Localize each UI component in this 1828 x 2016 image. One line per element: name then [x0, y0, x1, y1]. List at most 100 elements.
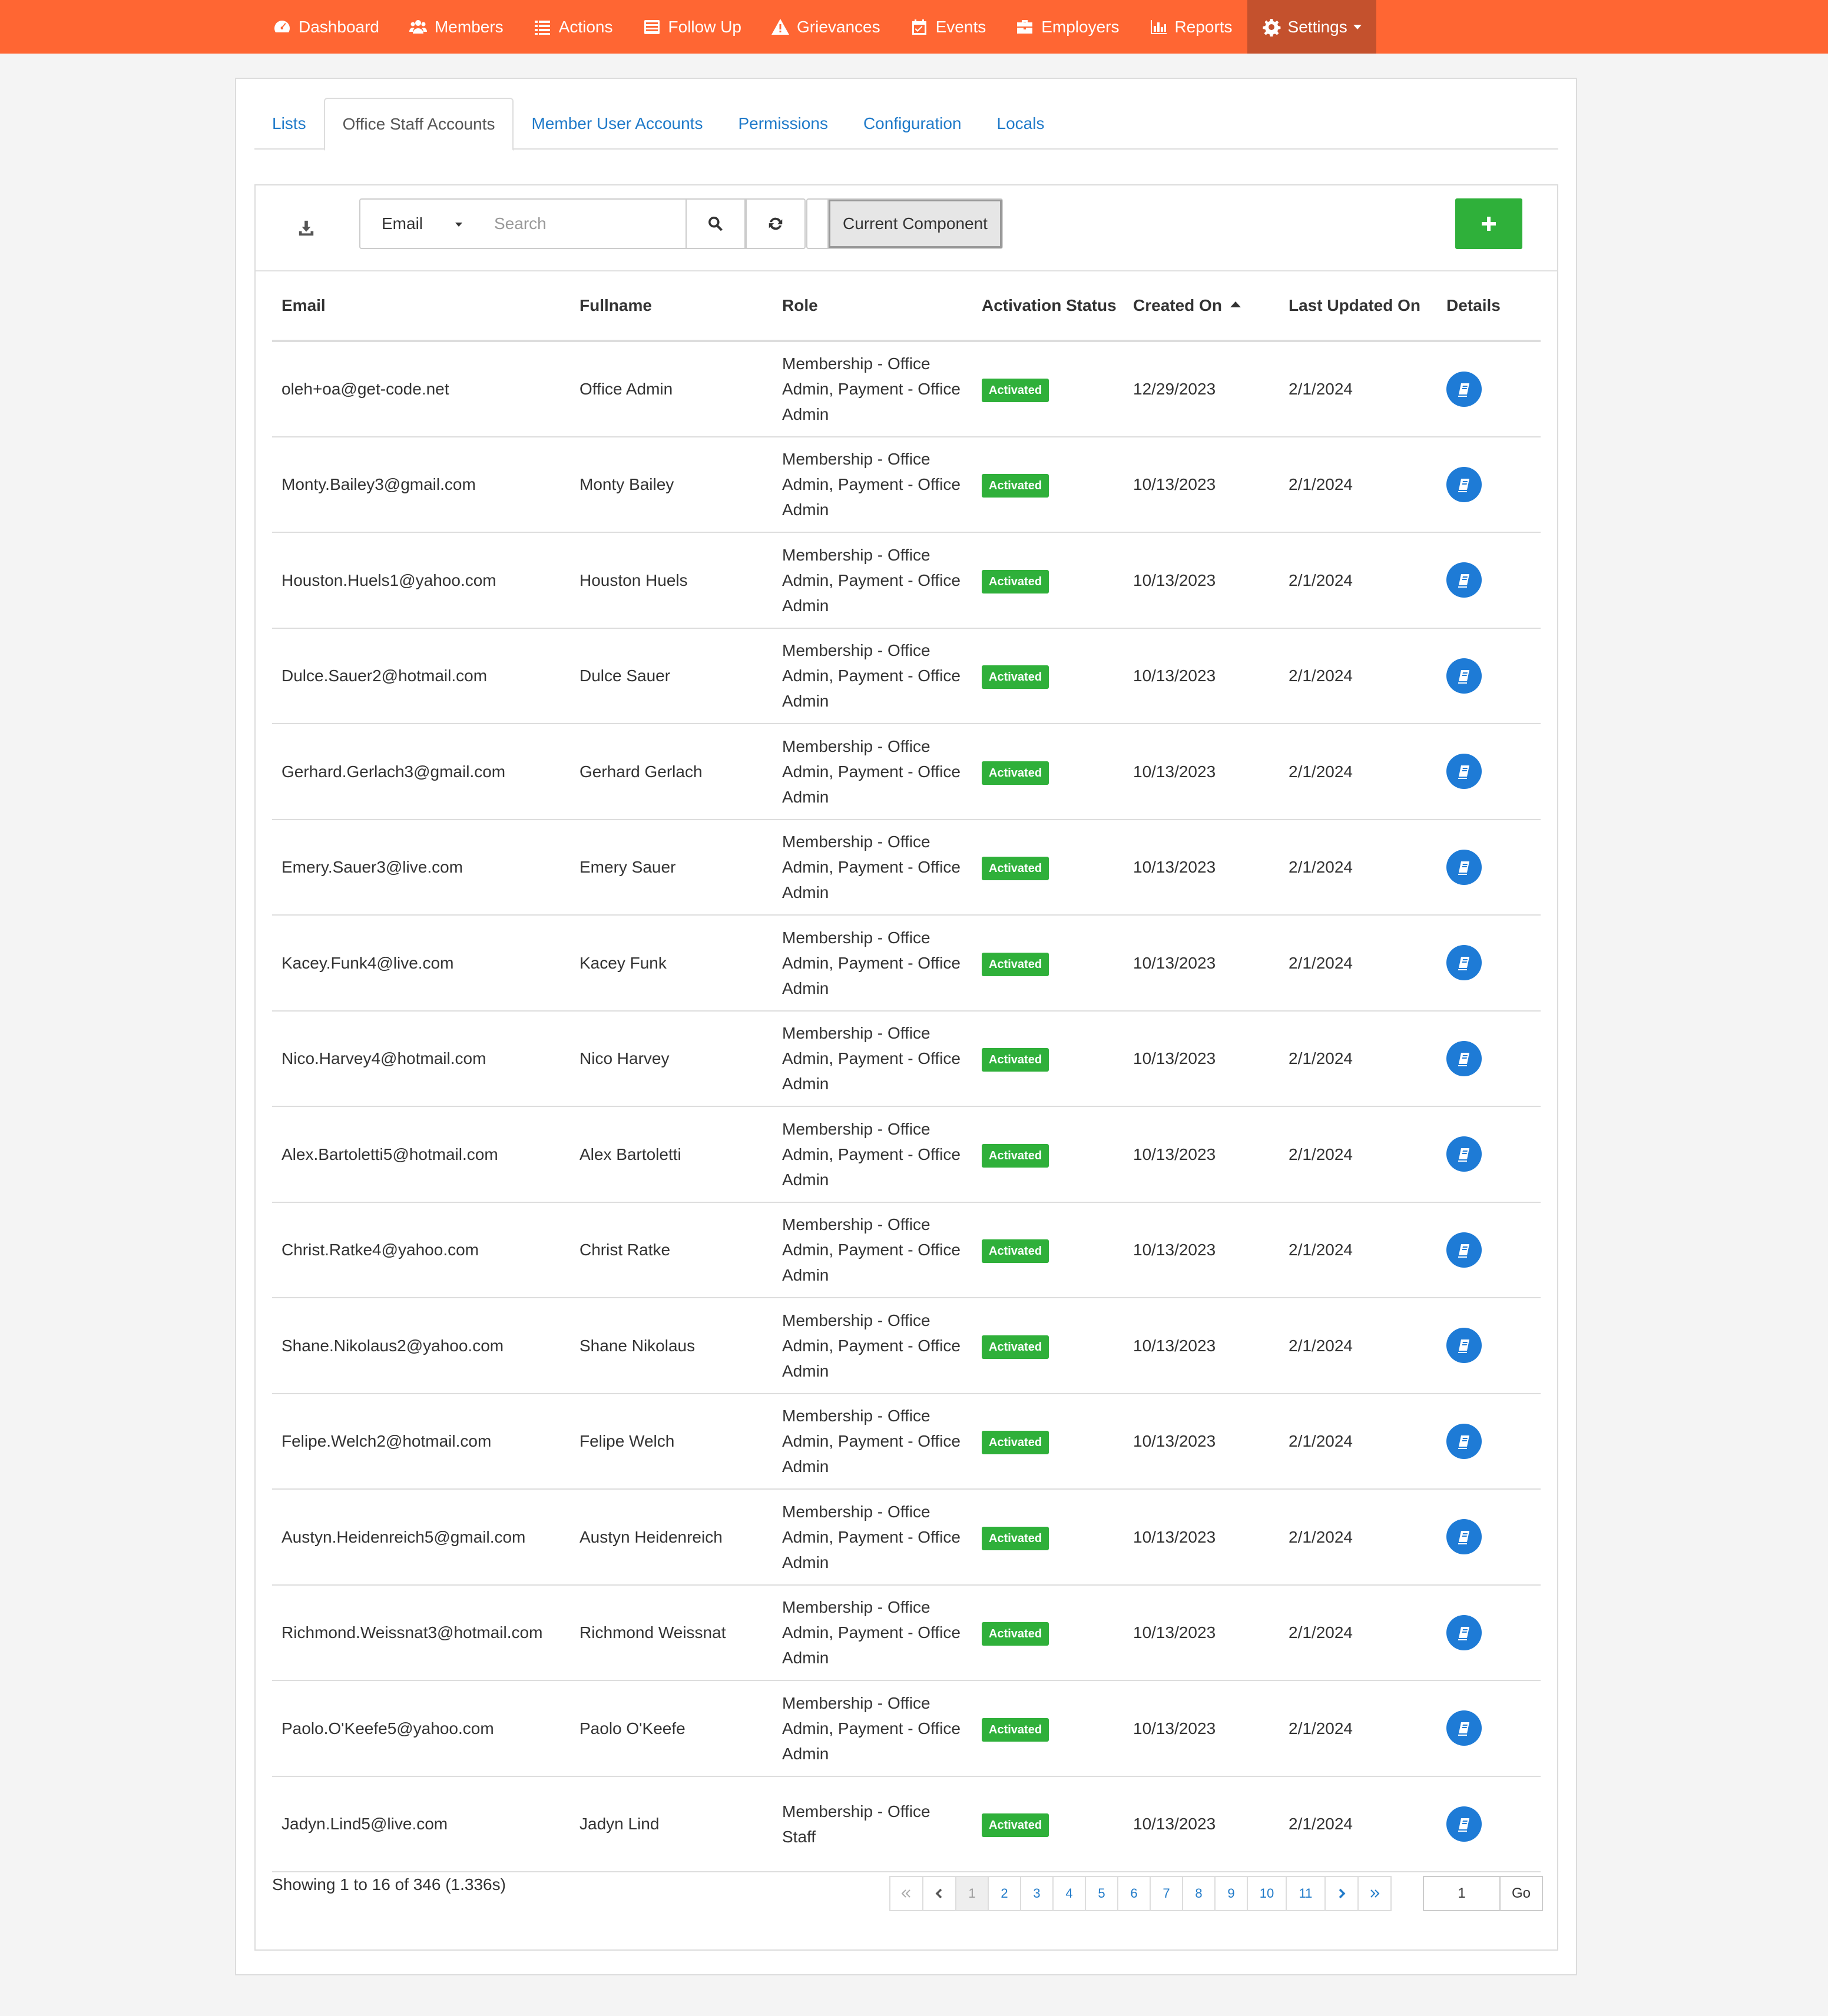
cell-fullname: Office Admin: [570, 341, 773, 437]
cell-role: Membership - Office Admin, Payment - Off…: [773, 915, 972, 1012]
page-number: 9: [1227, 1886, 1235, 1901]
search-input[interactable]: [473, 198, 687, 249]
status-badge: Activated: [982, 1622, 1049, 1646]
nav-employers[interactable]: Employers: [1001, 0, 1134, 54]
page-button[interactable]: 4: [1052, 1876, 1086, 1911]
details-button[interactable]: [1446, 371, 1482, 407]
cell-last-updated-on: 2/1/2024: [1279, 1106, 1437, 1203]
tab-permissions[interactable]: Permissions: [720, 98, 845, 150]
refresh-button[interactable]: [746, 198, 806, 249]
nav-settings[interactable]: Settings: [1247, 0, 1376, 54]
details-button[interactable]: [1446, 562, 1482, 598]
add-account-button[interactable]: [1455, 198, 1522, 249]
column-header-label: Role: [782, 296, 818, 314]
status-badge: Activated: [982, 1335, 1049, 1359]
status-badge: Activated: [982, 1239, 1049, 1264]
cell-details: [1437, 1106, 1541, 1203]
next-page-button[interactable]: [1324, 1876, 1359, 1911]
details-button[interactable]: [1446, 945, 1482, 981]
column-header-created-on[interactable]: Created On: [1124, 271, 1279, 342]
page-button[interactable]: 5: [1085, 1876, 1118, 1911]
cell-created-on: 12/29/2023: [1124, 341, 1279, 437]
book-icon: [1458, 1244, 1469, 1258]
briefcase-icon: [1017, 19, 1033, 34]
details-button[interactable]: [1446, 1423, 1482, 1459]
nav-actions[interactable]: Actions: [518, 0, 628, 54]
tab-office-staff-accounts[interactable]: Office Staff Accounts: [323, 98, 514, 151]
page-button[interactable]: 2: [988, 1876, 1021, 1911]
status-badge: Activated: [982, 569, 1049, 593]
details-button[interactable]: [1446, 1519, 1482, 1555]
details-button[interactable]: [1446, 1328, 1482, 1364]
column-header-email[interactable]: Email: [272, 271, 570, 342]
details-button[interactable]: [1446, 658, 1482, 694]
table-row: Dulce.Sauer2@hotmail.com Dulce Sauer Membe…: [272, 628, 1541, 724]
cell-status: Activated: [972, 1010, 1124, 1107]
nav-members[interactable]: Members: [394, 0, 518, 54]
book-icon: [1458, 765, 1469, 780]
first-page-button[interactable]: [889, 1876, 923, 1911]
details-button[interactable]: [1446, 1614, 1482, 1650]
status-badge: Activated: [982, 1813, 1049, 1838]
column-header-activation-status[interactable]: Activation Status: [972, 271, 1124, 342]
column-header-fullname[interactable]: Fullname: [570, 271, 773, 342]
prev-page-button[interactable]: [922, 1876, 956, 1911]
details-button[interactable]: [1446, 1040, 1482, 1076]
cell-email: Nico.Harvey4@hotmail.com: [272, 1010, 570, 1107]
nav-events[interactable]: Events: [895, 0, 1001, 54]
chevron-left-icon: [935, 1888, 942, 1899]
details-button[interactable]: [1446, 754, 1482, 790]
details-button[interactable]: [1446, 1806, 1482, 1842]
cell-last-updated-on: 2/1/2024: [1279, 724, 1437, 820]
cell-created-on: 10/13/2023: [1124, 628, 1279, 724]
column-header-role[interactable]: Role: [773, 271, 972, 342]
column-header-last-updated-on[interactable]: Last Updated On: [1279, 271, 1437, 342]
page-button[interactable]: 1: [955, 1876, 989, 1911]
download-button[interactable]: [293, 215, 319, 241]
tab-locals[interactable]: Locals: [979, 98, 1062, 150]
table-row: Richmond.Weissnat3@hotmail.com Richmond W…: [272, 1584, 1541, 1681]
bar-chart-icon: [1150, 19, 1167, 34]
page-button[interactable]: 10: [1247, 1876, 1287, 1911]
page-number: 11: [1299, 1886, 1313, 1901]
cell-role: Membership - Office Admin, Payment - Off…: [773, 436, 972, 533]
current-component-checkbox[interactable]: [807, 200, 829, 248]
cell-created-on: 10/13/2023: [1124, 724, 1279, 820]
details-button[interactable]: [1446, 1136, 1482, 1172]
tab-member-user-accounts[interactable]: Member User Accounts: [514, 98, 720, 150]
current-component-button[interactable]: Current Component: [829, 200, 1002, 248]
nav-reports[interactable]: Reports: [1134, 0, 1247, 54]
goto-page-button[interactable]: Go: [1499, 1876, 1543, 1911]
page-button[interactable]: 3: [1020, 1876, 1054, 1911]
page-button[interactable]: 8: [1182, 1876, 1216, 1911]
page-button[interactable]: 7: [1150, 1876, 1183, 1911]
last-page-button[interactable]: [1357, 1876, 1392, 1911]
nav-follow-up[interactable]: Follow Up: [628, 0, 756, 54]
cell-email: Emery.Sauer3@live.com: [272, 819, 570, 916]
cell-email: Monty.Bailey3@gmail.com: [272, 436, 570, 533]
book-icon: [1458, 1722, 1469, 1736]
page-number: 2: [1001, 1886, 1008, 1901]
details-button[interactable]: [1446, 1232, 1482, 1268]
goto-page-input[interactable]: [1423, 1876, 1499, 1911]
cell-role: Membership - Office Admin, Payment - Off…: [773, 1393, 972, 1490]
search-button[interactable]: [686, 198, 746, 249]
details-button[interactable]: [1446, 849, 1482, 885]
plus-icon: [1482, 217, 1496, 231]
search-field-select[interactable]: Email: [359, 198, 474, 249]
nav-grievances[interactable]: Grievances: [756, 0, 895, 54]
tab-lists[interactable]: Lists: [254, 98, 324, 150]
status-badge: Activated: [982, 1048, 1049, 1072]
column-header-label: Created On: [1133, 296, 1222, 314]
nav-dashboard[interactable]: Dashboard: [258, 0, 394, 54]
cell-role: Membership - Office Admin, Payment - Off…: [773, 532, 972, 629]
column-header-details[interactable]: Details: [1437, 271, 1541, 342]
details-button[interactable]: [1446, 466, 1482, 502]
page-button[interactable]: 6: [1117, 1876, 1151, 1911]
cell-last-updated-on: 2/1/2024: [1279, 532, 1437, 629]
page-button[interactable]: 9: [1214, 1876, 1248, 1911]
tab-configuration[interactable]: Configuration: [846, 98, 979, 150]
details-button[interactable]: [1446, 1710, 1482, 1746]
page-button[interactable]: 11: [1286, 1876, 1326, 1911]
cell-details: [1437, 724, 1541, 820]
